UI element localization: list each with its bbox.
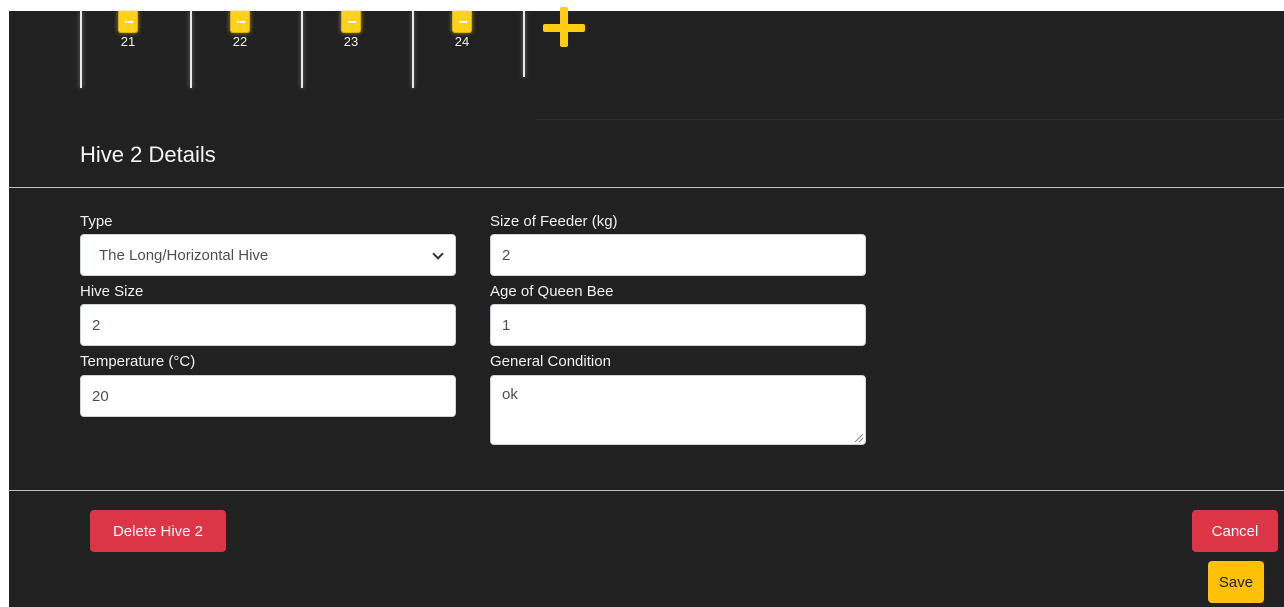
add-hive-button[interactable] xyxy=(543,7,585,47)
hive-icon xyxy=(341,11,361,33)
details-title: Hive 2 Details xyxy=(80,142,216,167)
type-select[interactable]: The Long/Horizontal Hive xyxy=(80,234,456,276)
hive-strip: 21 22 23 24 xyxy=(9,7,1284,121)
hive-icon xyxy=(118,11,138,33)
save-button[interactable]: Save xyxy=(1208,561,1264,603)
delete-hive-button[interactable]: Delete Hive 2 xyxy=(90,510,226,552)
hive-number: 24 xyxy=(454,34,470,49)
footer-divider xyxy=(9,490,1284,491)
hive-divider xyxy=(190,11,192,88)
hive-icon xyxy=(452,11,472,33)
feeder-size-input[interactable] xyxy=(490,234,866,276)
condition-label: General Condition xyxy=(490,353,611,370)
title-divider xyxy=(9,187,1284,188)
hive-divider xyxy=(523,11,525,77)
hive-size-input[interactable] xyxy=(80,304,456,346)
hive-number: 21 xyxy=(120,34,136,49)
type-label: Type xyxy=(80,213,113,230)
hive-size-label: Hive Size xyxy=(80,283,144,300)
queen-age-label: Age of Queen Bee xyxy=(490,283,614,300)
strip-divider xyxy=(536,119,1284,120)
hive-number: 22 xyxy=(232,34,248,49)
cancel-button[interactable]: Cancel xyxy=(1192,510,1278,552)
queen-age-input[interactable] xyxy=(490,304,866,346)
temperature-input[interactable] xyxy=(80,375,456,417)
condition-wrapper: ok xyxy=(490,375,866,445)
hive-number: 23 xyxy=(343,34,359,49)
temperature-label: Temperature (°C) xyxy=(80,353,196,370)
condition-textarea[interactable]: ok xyxy=(490,375,866,445)
feeder-size-label: Size of Feeder (kg) xyxy=(490,213,618,230)
hive-icon xyxy=(230,11,250,33)
hive-details-panel: 21 22 23 24 Hive 2 Details Type The Long… xyxy=(9,7,1284,607)
hive-divider xyxy=(412,11,414,88)
hive-divider xyxy=(301,11,303,88)
hive-divider xyxy=(80,11,82,88)
type-select-wrapper: The Long/Horizontal Hive xyxy=(80,234,456,276)
